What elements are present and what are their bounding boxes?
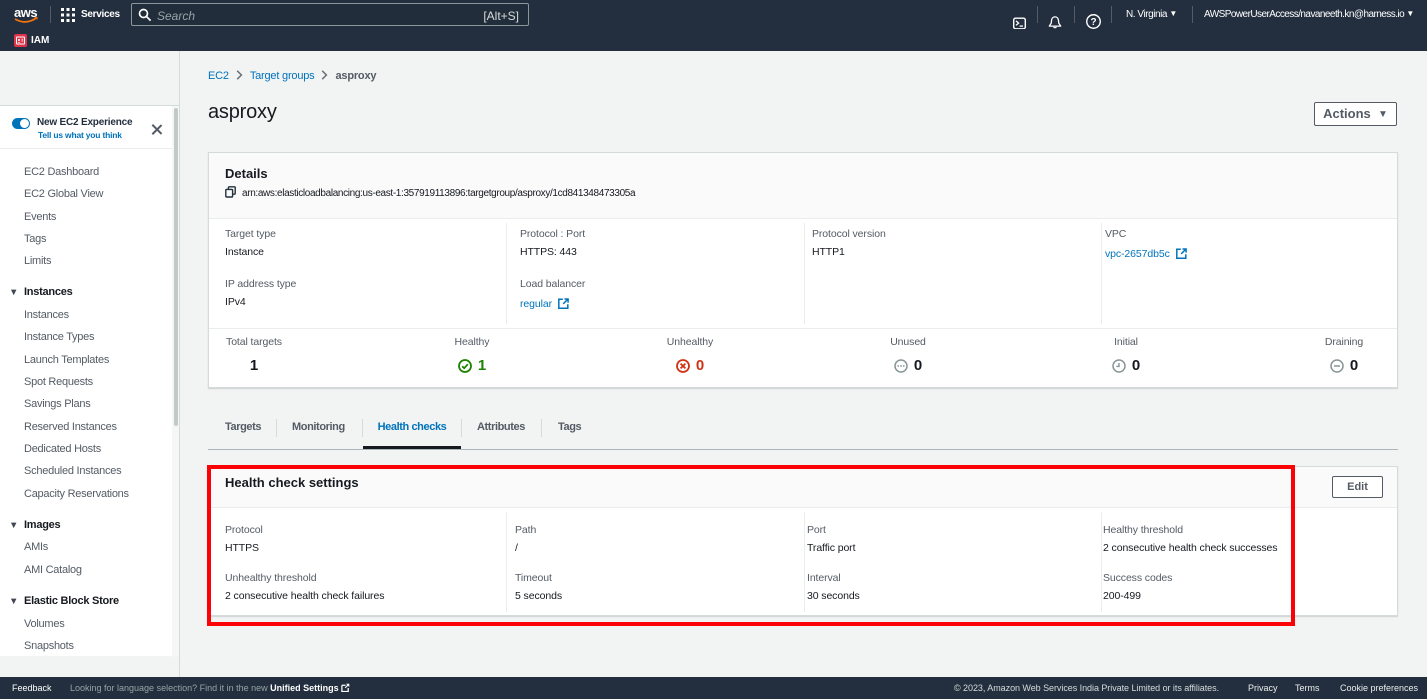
svg-text:?: ? xyxy=(1090,17,1096,28)
svg-text:aws: aws xyxy=(14,5,37,20)
